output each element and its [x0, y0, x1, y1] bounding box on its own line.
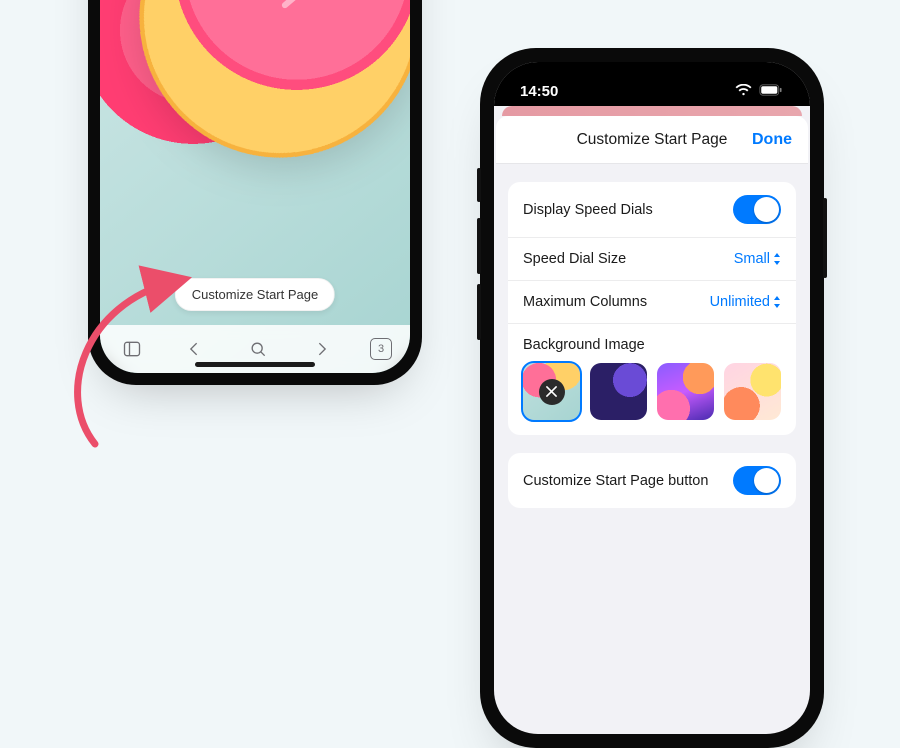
toggle-display-speed-dials[interactable]	[733, 195, 781, 224]
status-time: 14:50	[520, 83, 558, 100]
forward-icon[interactable]	[307, 335, 335, 363]
chevron-updown-icon	[773, 296, 781, 308]
wifi-icon	[735, 83, 752, 100]
home-indicator	[195, 362, 315, 367]
row-display-speed-dials: Display Speed Dials	[508, 182, 796, 237]
row-value: Small	[734, 251, 781, 267]
background-thumbnails	[508, 359, 796, 435]
remove-bg-icon[interactable]	[539, 379, 565, 405]
done-button[interactable]: Done	[752, 131, 792, 149]
customize-start-page-button[interactable]: Customize Start Page	[175, 278, 335, 311]
status-bar: 14:50	[494, 62, 810, 106]
underlying-sheet-peek	[502, 106, 802, 116]
panel-icon[interactable]	[118, 335, 146, 363]
row-label: Customize Start Page button	[523, 473, 708, 489]
row-label: Background Image	[523, 337, 645, 353]
row-label: Display Speed Dials	[523, 202, 653, 218]
chevron-updown-icon	[773, 253, 781, 265]
bg-thumb-4[interactable]	[724, 363, 781, 420]
toggle-customize-button[interactable]	[733, 466, 781, 495]
bg-thumb-2[interactable]	[590, 363, 647, 420]
phone-right-mock: 14:50 Customize Start Page Done Display …	[480, 48, 824, 748]
row-customize-button: Customize Start Page button	[508, 453, 796, 508]
settings-card-2: Customize Start Page button	[508, 453, 796, 508]
bg-thumb-3[interactable]	[657, 363, 714, 420]
row-max-columns[interactable]: Maximum Columns Unlimited	[508, 280, 796, 323]
phone-left-screen: Customize Start Page 3	[100, 0, 410, 373]
sheet-header: Customize Start Page Done	[496, 116, 808, 164]
bg-thumb-1[interactable]	[523, 363, 580, 420]
row-speed-dial-size[interactable]: Speed Dial Size Small	[508, 237, 796, 280]
tabs-button[interactable]: 3	[370, 338, 392, 360]
row-value: Unlimited	[710, 294, 781, 310]
row-label: Speed Dial Size	[523, 251, 626, 267]
phone-right-screen: 14:50 Customize Start Page Done Display …	[494, 62, 810, 734]
wallpaper-donut	[100, 0, 410, 157]
row-label: Maximum Columns	[523, 294, 647, 310]
search-icon[interactable]	[244, 335, 272, 363]
phone-left-mock: Customize Start Page 3	[88, 0, 422, 385]
row-background-image: Background Image	[508, 323, 796, 359]
sheet-title: Customize Start Page	[577, 131, 728, 149]
settings-card-1: Display Speed Dials Speed Dial Size Smal…	[508, 182, 796, 435]
battery-icon	[758, 83, 784, 100]
dynamic-island	[597, 72, 707, 102]
sheet-body: Display Speed Dials Speed Dial Size Smal…	[494, 164, 810, 508]
back-icon[interactable]	[181, 335, 209, 363]
